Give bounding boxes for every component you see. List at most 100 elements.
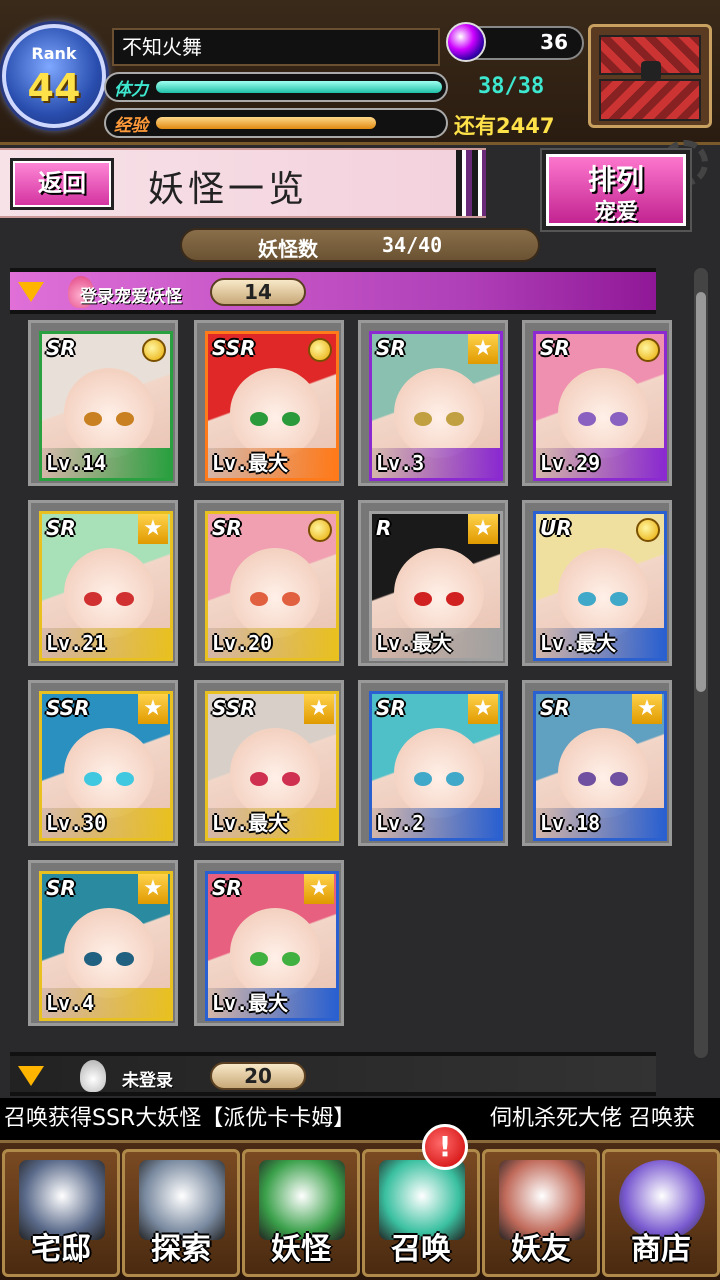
star-icon: ★ [632, 694, 662, 724]
monster-card[interactable]: SR ★ Lv.3 [358, 320, 508, 486]
rarity-label: UR [540, 516, 572, 540]
monster-card[interactable]: SSR ★ Lv.最大 [194, 680, 344, 846]
nav-house[interactable]: 宅邸 [2, 1149, 120, 1277]
sort-label: 排列 [587, 163, 644, 196]
rarity-label: SSR [212, 696, 256, 720]
monster-portrait: SR Lv.14 [39, 331, 173, 481]
rarity-label: SR [46, 516, 76, 540]
monster-portrait: SR ★ Lv.4 [39, 871, 173, 1021]
monster-portrait: SR ★ Lv.21 [39, 511, 173, 661]
nav-friend[interactable]: 妖友 [482, 1149, 600, 1277]
medal-icon [142, 338, 166, 362]
alert-badge: ! [422, 1124, 468, 1170]
scroll-thumb[interactable] [696, 292, 706, 692]
scrollbar[interactable] [694, 268, 708, 1058]
monster-card[interactable]: SR ★ Lv.最大 [194, 860, 344, 1026]
star-icon: ★ [304, 694, 334, 724]
ticker-message: 伺机杀死大佬 召唤获 [490, 1106, 695, 1131]
experience-fill [156, 117, 376, 129]
gem-counter[interactable]: 36 [446, 22, 584, 62]
rarity-label: SR [212, 876, 242, 900]
experience-label: 经验 [114, 116, 148, 136]
star-icon: ★ [138, 514, 168, 544]
monster-count-value: 34/40 [382, 233, 443, 257]
section-favorites-count: 14 [210, 278, 306, 306]
nav-magnifier[interactable]: 探索 [122, 1149, 240, 1277]
rarity-label: SR [46, 876, 76, 900]
monster-card[interactable]: SR ★ Lv.21 [28, 500, 178, 666]
rarity-label: SSR [46, 696, 90, 720]
rarity-label: SR [540, 696, 570, 720]
sort-button[interactable]: 排列 宠爱 [542, 150, 690, 230]
rank-badge[interactable]: Rank 44 [2, 24, 106, 128]
monster-portrait: SSR ★ Lv.30 [39, 691, 173, 841]
title-bar: 返回 妖怪一览 [0, 148, 486, 218]
experience-remaining: 还有2447 [454, 114, 555, 138]
level-label: Lv.14 [42, 448, 170, 478]
monster-card[interactable]: SR Lv.29 [522, 320, 672, 486]
monster-portrait: SR ★ Lv.2 [369, 691, 503, 841]
level-label: Lv.2 [372, 808, 500, 838]
back-button[interactable]: 返回 [10, 158, 114, 210]
monster-card[interactable]: SSR Lv.最大 [194, 320, 344, 486]
medal-icon [636, 338, 660, 362]
section-unregistered-count: 20 [210, 1062, 306, 1090]
gem-count: 36 [540, 30, 568, 54]
nav-orb[interactable]: 商店 [602, 1149, 720, 1277]
level-label: Lv.最大 [208, 448, 336, 478]
nav-label: 商店 [631, 1232, 691, 1267]
monster-card[interactable]: SSR ★ Lv.30 [28, 680, 178, 846]
medal-icon [636, 518, 660, 542]
level-label: Lv.29 [536, 448, 664, 478]
section-unregistered-label: 未登录 [122, 1071, 173, 1091]
monster-portrait: SSR Lv.最大 [205, 331, 339, 481]
medal-icon [308, 338, 332, 362]
monster-portrait: R ★ Lv.最大 [369, 511, 503, 661]
gem-icon [446, 22, 486, 62]
monster-count-label: 妖怪数 [258, 237, 318, 261]
monster-portrait: SR ★ Lv.3 [369, 331, 503, 481]
level-label: Lv.20 [208, 628, 336, 658]
monster-card[interactable]: SR ★ Lv.2 [358, 680, 508, 846]
level-label: Lv.18 [536, 808, 664, 838]
nav-label: 宅邸 [31, 1232, 91, 1267]
news-ticker: 召唤获得SSR大妖怪【派优卡卡姆】 伺机杀死大佬 召唤获 [0, 1098, 720, 1140]
star-icon: ★ [138, 694, 168, 724]
collapse-arrow-icon[interactable] [18, 282, 44, 302]
section-unregistered[interactable]: 未登录 20 [10, 1052, 656, 1096]
collapse-arrow-icon[interactable] [18, 1066, 44, 1086]
monster-portrait: SR Lv.29 [533, 331, 667, 481]
monster-card[interactable]: R ★ Lv.最大 [358, 500, 508, 666]
stamina-fill [156, 81, 442, 93]
page-title: 妖怪一览 [148, 169, 309, 210]
monster-portrait: SR ★ Lv.18 [533, 691, 667, 841]
monster-card[interactable]: SR Lv.20 [194, 500, 344, 666]
rarity-label: SR [376, 696, 406, 720]
bottom-nav: 宅邸 探索 妖怪 召唤 妖友 商店 [0, 1140, 720, 1280]
star-icon: ★ [138, 874, 168, 904]
monster-card[interactable]: UR Lv.最大 [522, 500, 672, 666]
monster-count: 妖怪数 34/40 [180, 228, 540, 262]
monster-card[interactable]: SR ★ Lv.4 [28, 860, 178, 1026]
stamina-bar: 体力 [104, 72, 448, 102]
rank-label: Rank [31, 44, 77, 63]
experience-bar: 经验 [104, 108, 448, 138]
monster-card[interactable]: SR ★ Lv.18 [522, 680, 672, 846]
stamina-label: 体力 [114, 80, 148, 100]
sort-mode: 宠爱 [593, 200, 638, 225]
nav-scroll[interactable]: 妖怪 [242, 1149, 360, 1277]
monster-grid: SR Lv.14 SSR Lv.最大 SR ★ Lv.3 SR Lv.29 SR ★ Lv.21 SR L… [28, 320, 680, 1030]
rarity-label: R [376, 516, 392, 540]
monster-card[interactable]: SR Lv.14 [28, 320, 178, 486]
medal-icon [308, 518, 332, 542]
ticker-message: 召唤获得SSR大妖怪【派优卡卡姆】 [4, 1106, 356, 1131]
nav-pentagram[interactable]: 召唤 [362, 1149, 480, 1277]
level-label: Lv.最大 [372, 628, 500, 658]
rank-number: 44 [27, 66, 81, 110]
nav-label: 探索 [151, 1232, 211, 1267]
rarity-label: SR [46, 336, 76, 360]
section-favorites[interactable]: 登录宠爱妖怪 14 [10, 268, 656, 314]
rarity-label: SSR [212, 336, 256, 360]
gift-box-icon[interactable] [588, 24, 712, 128]
level-label: Lv.最大 [208, 988, 336, 1018]
